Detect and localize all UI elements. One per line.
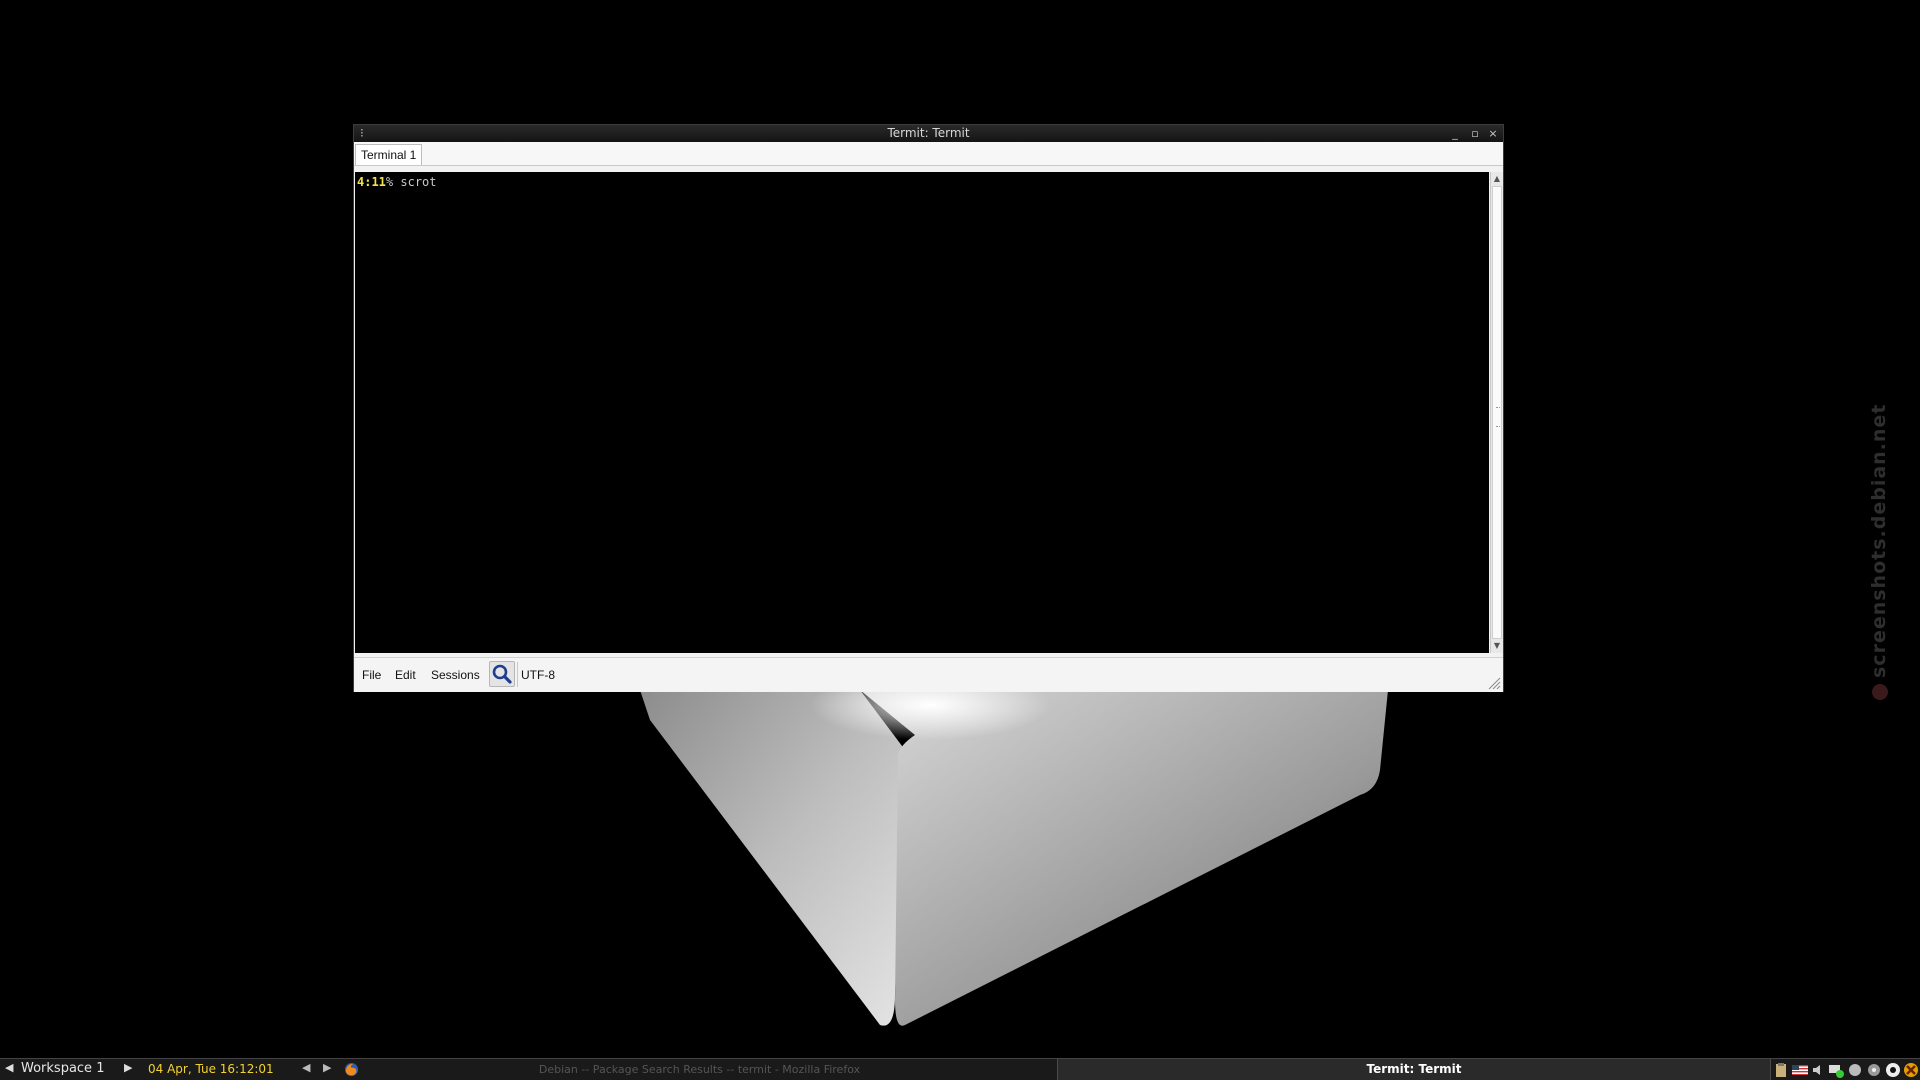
taskbar: ◀ Workspace 1 ▶ 04 Apr, Tue 16:12:01 ◀ ▶… <box>0 1058 1920 1080</box>
resize-grip-icon[interactable] <box>1487 676 1501 690</box>
disk-icon[interactable] <box>1866 1062 1882 1078</box>
minimize-icon[interactable]: _ <box>1447 125 1463 142</box>
command-text: scrot <box>400 175 437 189</box>
search-icon <box>492 664 512 684</box>
menu-sessions[interactable]: Sessions <box>431 668 480 682</box>
status-dot-icon[interactable] <box>1847 1062 1863 1078</box>
network-icon[interactable] <box>1828 1062 1844 1078</box>
screenshot-logo-icon <box>1871 684 1888 700</box>
scroll-thumb[interactable] <box>1492 186 1502 639</box>
workspace-next-icon[interactable]: ▶ <box>124 1061 132 1074</box>
scroll-up-icon[interactable]: ▲ <box>1491 173 1503 185</box>
window-title: Termit: Termit <box>887 126 970 140</box>
tab-terminal-1[interactable]: Terminal 1 <box>355 144 423 165</box>
terminal-line: 4:11% scrot <box>357 175 437 189</box>
close-icon[interactable]: × <box>1485 125 1501 142</box>
power-icon[interactable] <box>1885 1062 1901 1078</box>
search-button[interactable] <box>489 661 515 687</box>
task-next-icon[interactable]: ▶ <box>323 1061 331 1074</box>
volume-icon[interactable] <box>1811 1062 1827 1078</box>
us-flag-icon[interactable] <box>1792 1062 1808 1078</box>
scroll-down-icon[interactable]: ▼ <box>1491 640 1503 652</box>
workspace-prev-icon[interactable]: ◀ <box>5 1061 13 1074</box>
statusbar-field <box>517 662 1478 687</box>
window-titlebar[interactable]: ⁝ Termit: Termit _ ▫ × <box>354 125 1503 142</box>
prompt-symbol: % <box>385 175 394 189</box>
terminal-window[interactable]: ⁝ Termit: Termit _ ▫ × Terminal 1 4:11% … <box>353 124 1504 692</box>
clock: 04 Apr, Tue 16:12:01 <box>148 1062 274 1076</box>
workspace-label[interactable]: Workspace 1 <box>21 1061 104 1076</box>
scroll-grip-icon <box>1496 407 1500 427</box>
close-session-icon[interactable] <box>1903 1062 1919 1078</box>
terminal-scrollbar[interactable]: ▲ ▼ <box>1490 172 1503 653</box>
encoding-label[interactable]: UTF-8 <box>521 668 555 682</box>
task-firefox[interactable]: Debian -- Package Search Results -- term… <box>343 1059 1056 1080</box>
status-bar: File Edit Sessions UTF-8 <box>354 657 1503 692</box>
watermark-text: screenshots.debian.net <box>1868 300 1890 700</box>
task-termit[interactable]: Termit: Termit <box>1057 1059 1771 1080</box>
menu-edit[interactable]: Edit <box>395 668 416 682</box>
clipboard-icon[interactable] <box>1773 1062 1789 1078</box>
firefox-icon <box>344 1062 359 1077</box>
task-prev-icon[interactable]: ◀ <box>302 1061 310 1074</box>
prompt-time: 4:11 <box>357 175 386 189</box>
terminal-area[interactable]: 4:11% scrot <box>355 172 1489 653</box>
maximize-icon[interactable]: ▫ <box>1467 125 1483 142</box>
tab-bar: Terminal 1 <box>354 142 1503 166</box>
menu-file[interactable]: File <box>362 668 381 682</box>
